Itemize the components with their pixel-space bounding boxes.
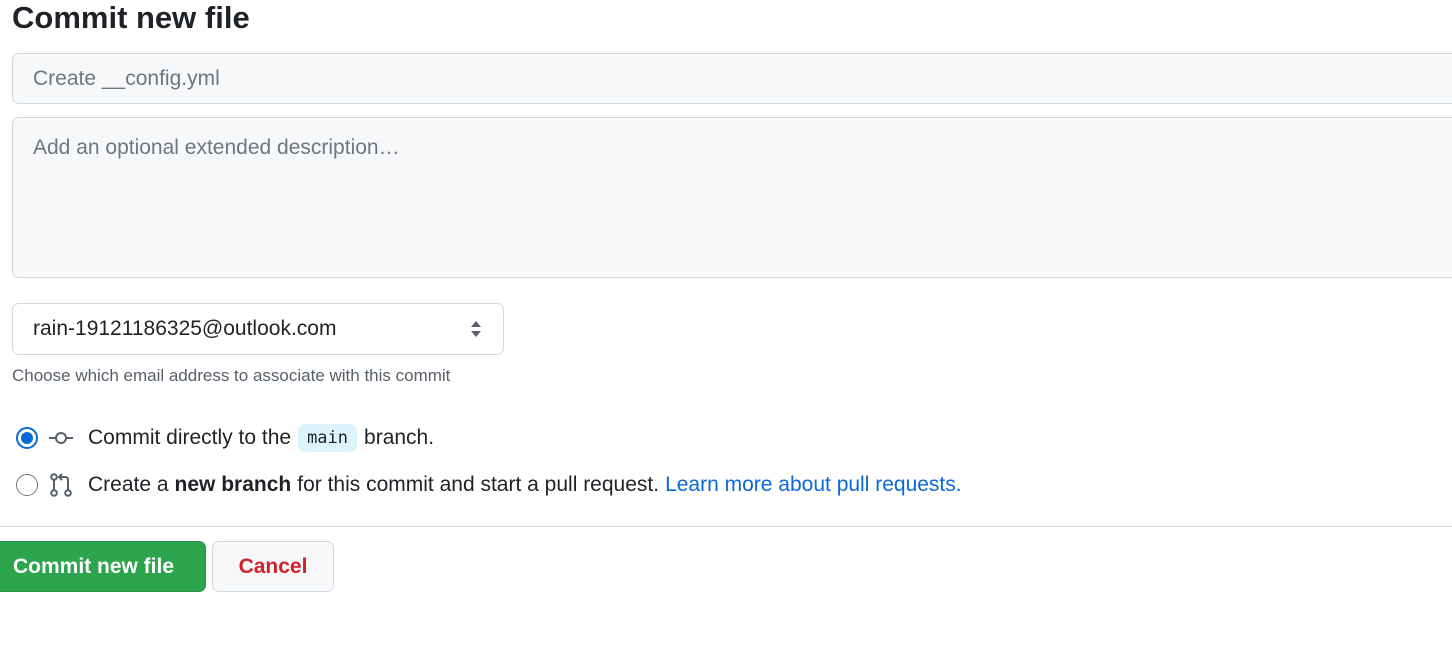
email-hint: Choose which email address to associate … [12,366,451,385]
git-pull-request-icon [50,473,72,497]
new-branch-suffix: for this commit and start a pull request… [297,473,660,496]
page-title: Commit new file [12,0,250,35]
git-commit-icon [49,432,73,444]
new-branch-option[interactable]: Create a new branch for this commit and … [16,469,962,501]
divider [0,526,1452,527]
commit-direct-radio[interactable] [16,427,38,449]
email-select[interactable]: rain-19121186325@outlook.com [12,303,504,355]
email-select-value: rain-19121186325@outlook.com [33,317,337,340]
commit-form: Commit new file rain-19121186325@outlook… [0,0,1452,656]
new-branch-radio[interactable] [16,474,38,496]
learn-more-link[interactable]: Learn more about pull requests. [665,473,962,497]
cancel-button[interactable]: Cancel [212,541,334,592]
chevron-up-down-icon [471,321,481,337]
commit-summary-input[interactable] [12,53,1452,104]
commit-description-textarea[interactable] [12,117,1452,278]
commit-direct-label: Commit directly to the [88,426,292,449]
commit-new-file-button[interactable]: Commit new file [0,541,206,592]
new-branch-bold: new branch [174,473,292,496]
branch-name-code: main [298,424,358,452]
new-branch-prefix: Create a [88,473,169,496]
commit-direct-suffix: branch. [364,426,435,449]
commit-direct-option[interactable]: Commit directly to the main branch. [16,422,434,454]
